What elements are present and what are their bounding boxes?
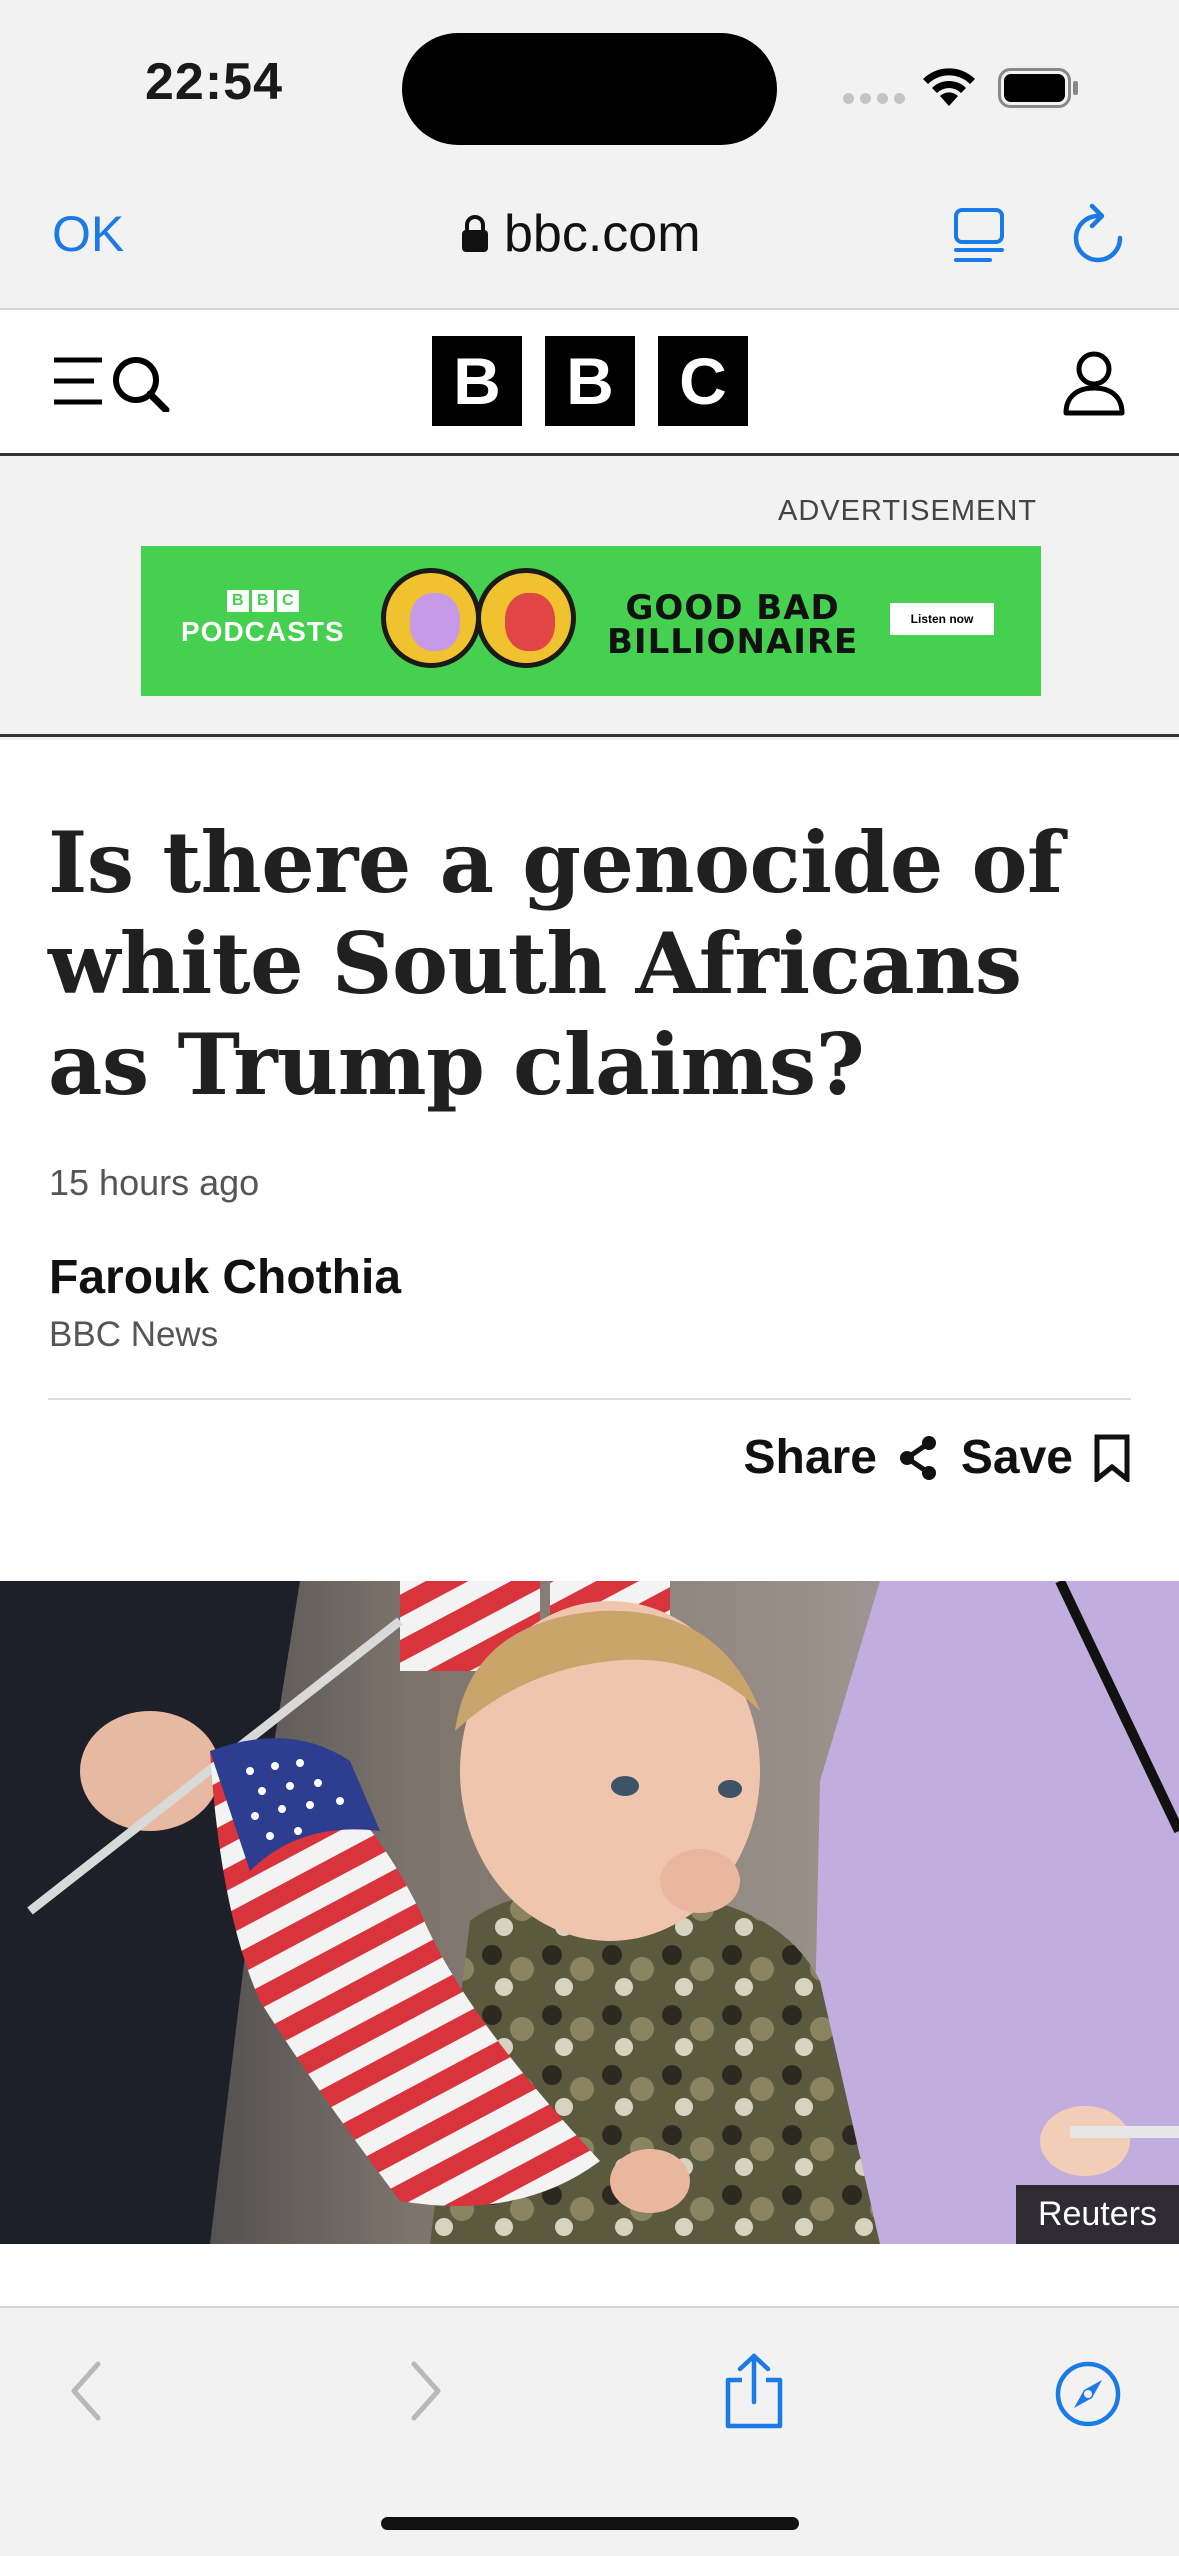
browser-url-bar: OK bbc.com [0, 170, 1179, 310]
lock-icon [462, 215, 488, 252]
article-header: Is there a genocide of white South Afric… [0, 740, 1179, 1581]
ad-cta-button[interactable]: Listen now [890, 603, 994, 635]
menu-icon [54, 357, 102, 405]
cellular-signal-icon [843, 93, 905, 104]
share-nodes-icon [899, 1435, 936, 1480]
forward-icon[interactable] [406, 2360, 446, 2422]
url-text: bbc.com [504, 205, 701, 263]
ad-brand-letter: B [226, 590, 249, 612]
logo-letter: B [545, 336, 635, 426]
share-icon[interactable] [722, 2352, 786, 2430]
article-timestamp: 15 hours ago [49, 1162, 260, 1203]
photo-credit: Reuters [1015, 2185, 1179, 2244]
ad-banner[interactable]: B B C PODCASTS GOOD BAD BILLIONAIRE List… [141, 546, 1041, 696]
article-photo: Reuters [0, 1581, 1179, 2244]
save-button[interactable]: Save [961, 1430, 1131, 1485]
logo-letter: C [658, 336, 748, 426]
article-actions: Share Save [743, 1430, 1131, 1485]
logo-letter: B [432, 336, 522, 426]
ad-brand-logo: B B C PODCASTS [181, 590, 345, 648]
status-time: 22:54 [145, 53, 283, 111]
back-icon[interactable] [66, 2360, 106, 2422]
ad-brand-sub: PODCASTS [181, 616, 345, 647]
reader-icon[interactable] [952, 206, 1008, 264]
search-icon [113, 357, 170, 412]
account-icon[interactable] [1062, 350, 1126, 416]
advertisement-section: ADVERTISEMENT B B C PODCASTS GOOD BAD BI… [0, 459, 1179, 737]
ad-title: GOOD BAD BILLIONAIRE [607, 588, 859, 662]
content-spacer [0, 2244, 1179, 2306]
ad-label: ADVERTISEMENT [777, 495, 1037, 527]
compass-icon[interactable] [1054, 2360, 1122, 2428]
wifi-icon [923, 68, 975, 106]
menu-search-button[interactable] [52, 350, 172, 412]
done-button[interactable]: OK [52, 205, 124, 263]
save-label: Save [960, 1431, 1073, 1484]
coin-illustration [381, 568, 481, 668]
photo-illustration [0, 1581, 1179, 2244]
ad-brand-letter: C [276, 590, 299, 612]
reload-icon[interactable] [1068, 202, 1128, 268]
share-label: Share [743, 1431, 877, 1484]
bbc-logo[interactable]: B B C [432, 336, 748, 426]
share-button[interactable]: Share [743, 1430, 938, 1485]
battery-icon [998, 68, 1078, 108]
dynamic-island [402, 33, 777, 145]
status-bar: 22:54 [0, 0, 1179, 170]
home-indicator [381, 2517, 799, 2530]
divider [48, 1398, 1131, 1400]
article-source: BBC News [49, 1315, 219, 1354]
ad-brand-letter: B [251, 590, 274, 612]
bookmark-icon [1094, 1434, 1130, 1482]
address-field[interactable]: bbc.com [460, 204, 701, 264]
article-headline: Is there a genocide of white South Afric… [48, 813, 1063, 1114]
coin-illustration [476, 568, 576, 668]
site-header: B B C [0, 310, 1179, 456]
article-author[interactable]: Farouk Chothia [49, 1250, 401, 1305]
